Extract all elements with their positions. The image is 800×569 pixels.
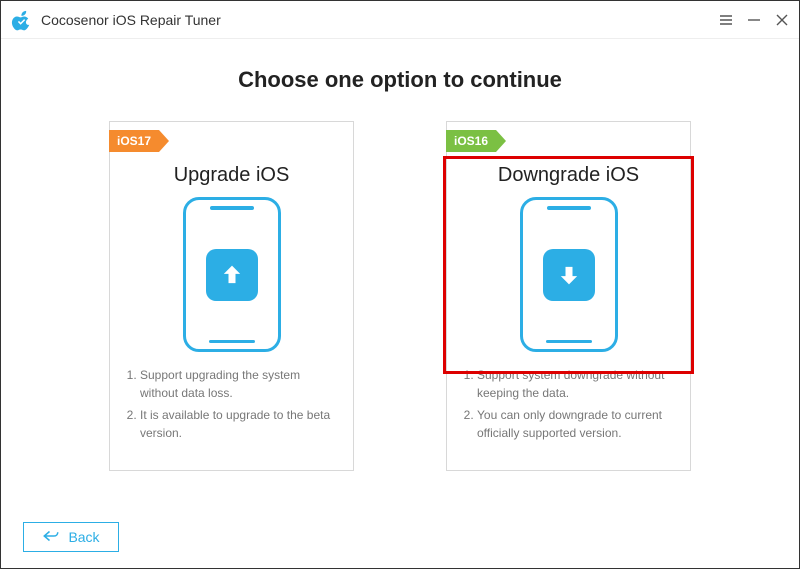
- phone-icon: [183, 197, 281, 352]
- menu-icon[interactable]: [719, 13, 733, 27]
- upgrade-bullet-1: Support upgrading the system without dat…: [140, 366, 335, 402]
- phone-homebar-icon: [209, 340, 255, 343]
- back-arrow-icon: [42, 529, 60, 546]
- downgrade-card[interactable]: iOS16 Downgrade iOS Support system downg…: [446, 121, 691, 471]
- phone-notch-icon: [547, 206, 591, 210]
- downgrade-bullet-2: You can only downgrade to current offici…: [477, 406, 672, 442]
- window-title: Cocosenor iOS Repair Tuner: [41, 12, 719, 28]
- phone-notch-icon: [210, 206, 254, 210]
- downgrade-title: Downgrade iOS: [447, 164, 690, 187]
- downgrade-bullets: Support system downgrade without keeping…: [447, 366, 690, 442]
- arrow-down-icon: [543, 249, 595, 301]
- page-title: Choose one option to continue: [1, 67, 799, 93]
- close-icon[interactable]: [775, 13, 789, 27]
- downgrade-bullet-1: Support system downgrade without keeping…: [477, 366, 672, 402]
- back-button-container: Back: [23, 522, 119, 552]
- upgrade-illustration: [110, 197, 353, 352]
- minimize-icon[interactable]: [747, 13, 761, 27]
- arrow-up-icon: [206, 249, 258, 301]
- phone-homebar-icon: [546, 340, 592, 343]
- phone-icon: [520, 197, 618, 352]
- downgrade-ribbon-label: iOS16: [454, 130, 488, 152]
- upgrade-ribbon: iOS17: [109, 130, 159, 152]
- upgrade-title: Upgrade iOS: [110, 164, 353, 187]
- upgrade-ribbon-label: iOS17: [117, 130, 151, 152]
- option-cards: iOS17 Upgrade iOS Support upgrading the …: [1, 121, 799, 471]
- downgrade-illustration: [447, 197, 690, 352]
- downgrade-ribbon: iOS16: [446, 130, 496, 152]
- upgrade-bullet-2: It is available to upgrade to the beta v…: [140, 406, 335, 442]
- app-logo-icon: [11, 9, 33, 31]
- window-controls: [719, 13, 789, 27]
- title-bar: Cocosenor iOS Repair Tuner: [1, 1, 799, 39]
- upgrade-bullets: Support upgrading the system without dat…: [110, 366, 353, 442]
- back-label: Back: [68, 529, 99, 545]
- back-button[interactable]: Back: [23, 522, 119, 552]
- upgrade-card[interactable]: iOS17 Upgrade iOS Support upgrading the …: [109, 121, 354, 471]
